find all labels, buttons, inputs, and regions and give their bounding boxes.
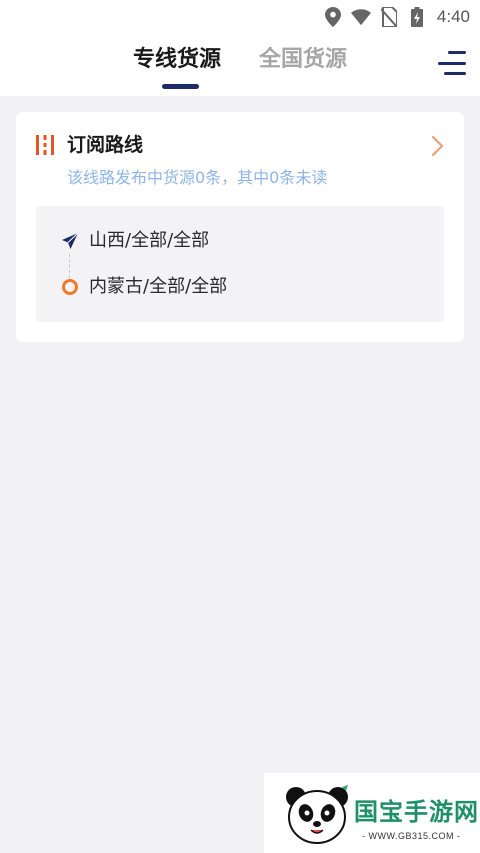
status-bar: 4:40 <box>0 0 480 34</box>
status-time: 4:40 <box>436 7 470 26</box>
site-watermark: 国宝手游网 - WWW.GB315.COM - <box>264 773 480 853</box>
location-icon <box>323 7 343 27</box>
route-destination: 内蒙古/全部/全部 <box>89 276 228 297</box>
no-sim-icon <box>379 7 399 27</box>
paper-plane-icon <box>61 232 79 250</box>
panda-logo-icon <box>282 783 352 847</box>
route-list-icon <box>36 135 54 155</box>
active-tab-indicator <box>162 84 199 89</box>
route-connector-line <box>69 254 70 278</box>
watermark-site-name: 国宝手游网 <box>354 798 479 826</box>
tab-dedicated-line-cargo[interactable]: 专线货源 <box>133 40 221 80</box>
tab-nationwide-cargo[interactable]: 全国货源 <box>259 40 347 80</box>
destination-circle-icon <box>62 279 78 295</box>
subscription-route-card[interactable]: 订阅路线 该线路发布中货源0条，其中0条未读 山西/全部/全部 内蒙古/全部/全… <box>16 112 464 342</box>
card-subtitle: 该线路发布中货源0条，其中0条未读 <box>67 168 328 187</box>
chevron-right-icon[interactable] <box>430 134 446 158</box>
battery-charging-icon <box>407 7 427 27</box>
card-title: 订阅路线 <box>67 134 144 156</box>
watermark-url: - WWW.GB315.COM - <box>362 831 461 841</box>
route-box: 山西/全部/全部 内蒙古/全部/全部 <box>36 206 444 322</box>
top-header: 专线货源 全国货源 <box>0 34 480 96</box>
wifi-icon <box>350 7 371 27</box>
route-origin: 山西/全部/全部 <box>89 230 210 251</box>
menu-bar-top <box>448 51 466 54</box>
menu-bar-middle <box>438 61 466 65</box>
menu-icon[interactable] <box>434 48 468 78</box>
menu-bar-bottom <box>444 72 466 75</box>
